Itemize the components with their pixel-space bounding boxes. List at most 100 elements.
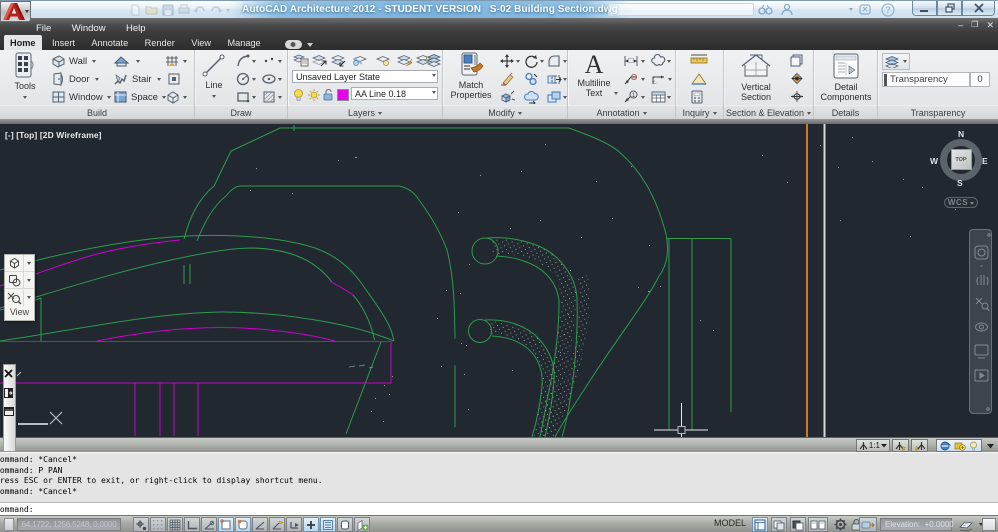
layer-unisolate-button[interactable] xyxy=(330,52,348,68)
door-button[interactable]: Door xyxy=(50,71,100,87)
panel-label-layers[interactable]: Layers xyxy=(288,105,442,119)
layer-lock-toggle[interactable] xyxy=(321,87,337,103)
layers-more-button[interactable] xyxy=(426,52,444,68)
viewcube-east[interactable]: E xyxy=(982,156,988,166)
stretch-button[interactable] xyxy=(546,71,568,87)
panel-label-annotation[interactable]: Annotation xyxy=(568,105,675,119)
dynamic-ucs-toggle[interactable] xyxy=(269,517,285,532)
space-button[interactable]: Space xyxy=(112,89,167,105)
tab-annotate[interactable]: Annotate xyxy=(85,35,134,52)
polar-tracking-toggle[interactable] xyxy=(201,517,217,532)
erase-button[interactable] xyxy=(499,71,516,87)
area-button[interactable] xyxy=(689,71,709,87)
lineweight-toggle[interactable] xyxy=(320,517,336,532)
ellipse-button[interactable] xyxy=(261,71,283,87)
viewcube[interactable]: N E S W TOP xyxy=(930,129,989,188)
layer-on-toggle[interactable] xyxy=(292,87,305,103)
close-button[interactable] xyxy=(962,1,995,16)
revision-cloud-button[interactable] xyxy=(523,89,540,105)
move-button[interactable] xyxy=(499,53,521,69)
elevation-display[interactable]: Elevation: +0.0000 xyxy=(880,518,954,531)
model-layout-toggle[interactable] xyxy=(752,517,768,532)
command-window[interactable]: Command: *Cancel* Command: P PAN Press E… xyxy=(0,452,998,516)
infocenter-search-input[interactable] xyxy=(608,3,754,16)
explode-button[interactable] xyxy=(499,89,516,105)
surface-hatch-icon[interactable] xyxy=(958,519,974,532)
minimize-button[interactable] xyxy=(912,1,937,16)
layer-freeze-button[interactable] xyxy=(351,52,369,68)
panel-label-inquiry[interactable]: Inquiry xyxy=(676,105,723,119)
command-input-row[interactable]: Command: xyxy=(0,502,998,516)
annotation-monitor-button[interactable] xyxy=(808,517,828,532)
layer-color-swatch[interactable] xyxy=(336,88,350,102)
rotate-button[interactable] xyxy=(523,53,545,69)
dstatus-dropdown-icon[interactable] xyxy=(987,444,994,449)
application-menu-button[interactable] xyxy=(0,1,31,22)
dynamic-ucs2-toggle[interactable] xyxy=(286,517,302,532)
view-visual-style-dropdown[interactable] xyxy=(23,272,34,288)
cut-plane-button[interactable] xyxy=(936,439,982,452)
tab-home[interactable]: Home xyxy=(4,34,42,52)
panel-label-draw[interactable]: Draw xyxy=(195,105,287,119)
stair-button[interactable]: Stair xyxy=(112,71,162,87)
tag-button[interactable]: 1 xyxy=(622,89,646,105)
circle-button[interactable] xyxy=(235,71,257,87)
palette-autohide-icon[interactable] xyxy=(4,388,13,398)
palette-close-icon[interactable] xyxy=(4,369,13,378)
transparency-slider[interactable]: Transparency xyxy=(882,72,970,87)
layer-combo[interactable]: AA Line 0.18 xyxy=(351,87,438,100)
revision-cloud2-button[interactable] xyxy=(650,53,672,69)
transparency-toggle[interactable] xyxy=(337,517,353,532)
tab-insert[interactable]: Insert xyxy=(46,35,81,52)
viewcube-west[interactable]: W xyxy=(930,156,938,166)
multileader-button[interactable] xyxy=(622,71,646,87)
viewport-controls-label[interactable]: [-] [Top] [2D Wireframe] xyxy=(5,130,102,140)
mirror-button[interactable] xyxy=(546,89,568,105)
grid-button[interactable] xyxy=(163,53,188,69)
palette-properties-icon[interactable] xyxy=(4,407,14,416)
fillet-button[interactable] xyxy=(546,53,568,69)
layer-properties-button[interactable] xyxy=(292,52,310,68)
snap-mode-toggle[interactable] xyxy=(150,517,166,532)
exchange-apps-icon[interactable] xyxy=(858,3,872,16)
isolate-objects-button[interactable] xyxy=(859,517,877,532)
table-button[interactable] xyxy=(650,89,672,105)
layer-freeze-toggle[interactable] xyxy=(306,87,322,103)
infer-constraints-toggle[interactable] xyxy=(133,517,149,532)
make-current-button[interactable] xyxy=(396,52,414,68)
quick-view-layouts-button[interactable] xyxy=(771,517,787,532)
tab-render[interactable]: Render xyxy=(139,35,181,52)
doc-minimize-icon[interactable]: – xyxy=(958,20,963,30)
tools-button[interactable]: Tools xyxy=(6,52,44,101)
doc-restore-icon[interactable]: ❐ xyxy=(971,20,978,30)
column-button[interactable] xyxy=(166,71,182,87)
window-button[interactable]: Window xyxy=(50,89,112,105)
section-line-button[interactable] xyxy=(788,88,806,105)
viewcube-north[interactable]: N xyxy=(958,129,964,139)
wcs-button[interactable]: WCS xyxy=(944,197,978,208)
roof-slab-button[interactable] xyxy=(112,53,141,69)
layer-isolate-button[interactable] xyxy=(311,52,329,68)
clean-screen-button[interactable] xyxy=(982,518,996,531)
object-snap-tracking-toggle[interactable] xyxy=(252,517,268,532)
panel-label-build[interactable]: Build xyxy=(0,105,194,119)
search-binoculars-icon[interactable] xyxy=(758,3,774,16)
match-properties-button[interactable]: Match Properties xyxy=(447,52,495,100)
layer-state-combo[interactable]: Unsaved Layer State xyxy=(292,70,438,83)
quick-view-drawings-button[interactable] xyxy=(790,517,806,532)
model-space-label[interactable]: MODEL xyxy=(714,518,746,528)
view-zoom-button[interactable] xyxy=(5,290,23,306)
multiline-text-button[interactable]: A Multiline Text xyxy=(572,52,616,99)
section-plane-button[interactable] xyxy=(788,70,806,87)
exchange-user-icon[interactable] xyxy=(781,3,793,16)
viewcube-top-face[interactable]: TOP xyxy=(950,149,972,170)
panel-label-transparency[interactable]: Transparency xyxy=(878,105,998,119)
quickcalc-button[interactable] xyxy=(689,89,705,105)
panel-label-modify[interactable]: Modify xyxy=(443,105,567,119)
tab-view[interactable]: View xyxy=(185,35,217,52)
wall-button[interactable]: Wall xyxy=(50,53,97,69)
panel-label-section[interactable]: Section & Elevation xyxy=(724,105,813,119)
layer-off-button[interactable] xyxy=(374,52,392,68)
section-box-button[interactable] xyxy=(788,52,806,69)
ortho-mode-toggle[interactable] xyxy=(184,517,200,532)
